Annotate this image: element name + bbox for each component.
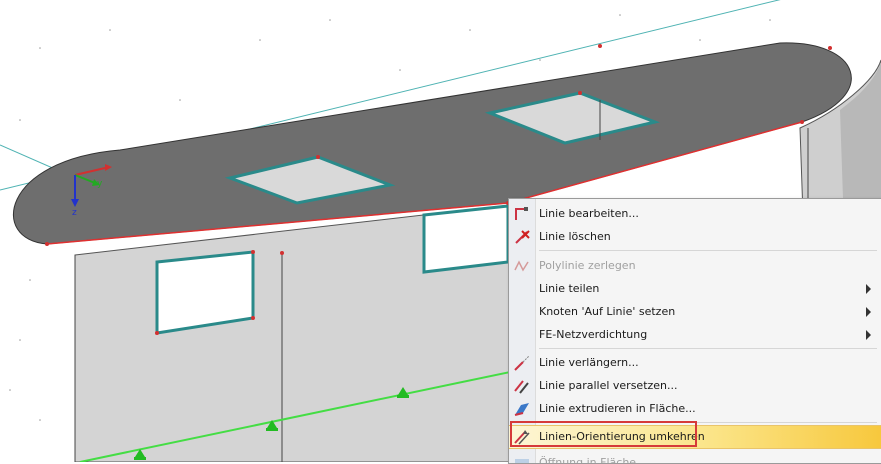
explode-polyline-icon bbox=[514, 260, 529, 272]
menu-item-label: Linie parallel versetzen... bbox=[539, 379, 678, 392]
menu-item-extrude-line[interactable]: Linie extrudieren in Fläche... bbox=[509, 398, 881, 420]
submenu-arrow-icon bbox=[866, 330, 871, 340]
extend-line-icon bbox=[514, 355, 530, 371]
axis-label-y: y bbox=[97, 179, 103, 189]
context-menu: Linie bearbeiten... Linie löschen Polyli… bbox=[508, 198, 881, 464]
menu-item-offset-line[interactable]: Linie parallel versetzen... bbox=[509, 375, 881, 397]
axis-label-z: z bbox=[72, 208, 77, 218]
menu-item-label: Knoten 'Auf Linie' setzen bbox=[539, 305, 676, 318]
submenu-arrow-icon bbox=[866, 307, 871, 317]
menu-item-label: Linie verlängern... bbox=[539, 356, 639, 369]
menu-item-set-node-on-line[interactable]: Knoten 'Auf Linie' setzen bbox=[509, 301, 881, 323]
window-left[interactable] bbox=[155, 250, 255, 335]
menu-item-label: Linien-Orientierung umkehren bbox=[539, 430, 705, 443]
menu-item-label: Linie löschen bbox=[539, 230, 611, 243]
menu-item-label: Linie extrudieren in Fläche... bbox=[539, 402, 696, 415]
menu-item-explode-polyline[interactable]: Polylinie zerlegen bbox=[509, 255, 881, 277]
menu-item-extend-line[interactable]: Linie verlängern... bbox=[509, 352, 881, 374]
menu-separator bbox=[539, 422, 877, 423]
menu-item-label: FE-Netzverdichtung bbox=[539, 328, 648, 341]
menu-item-reverse-orientation[interactable]: Linien-Orientierung umkehren bbox=[509, 425, 881, 449]
submenu-arrow-icon bbox=[866, 284, 871, 294]
menu-item-opening-in-surface[interactable]: Öffnung in Fläche... bbox=[509, 452, 881, 464]
menu-item-edit-line[interactable]: Linie bearbeiten... bbox=[509, 203, 881, 225]
menu-item-delete-line[interactable]: Linie löschen bbox=[509, 226, 881, 248]
window-middle[interactable] bbox=[422, 204, 510, 274]
extrude-line-icon bbox=[514, 403, 529, 416]
reverse-orientation-icon bbox=[514, 430, 530, 445]
menu-separator bbox=[539, 348, 877, 349]
delete-line-icon bbox=[515, 230, 530, 244]
menu-separator bbox=[539, 250, 877, 251]
menu-item-label: Polylinie zerlegen bbox=[539, 259, 636, 272]
menu-item-label: Linie bearbeiten... bbox=[539, 207, 639, 220]
menu-item-label: Linie teilen bbox=[539, 282, 600, 295]
opening-icon bbox=[515, 459, 529, 463]
offset-line-icon bbox=[514, 380, 529, 394]
edit-line-icon bbox=[515, 207, 528, 220]
menu-item-label: Öffnung in Fläche... bbox=[539, 456, 647, 464]
menu-item-fe-mesh-refinement[interactable]: FE-Netzverdichtung bbox=[509, 324, 881, 346]
menu-item-split-line[interactable]: Linie teilen bbox=[509, 278, 881, 300]
